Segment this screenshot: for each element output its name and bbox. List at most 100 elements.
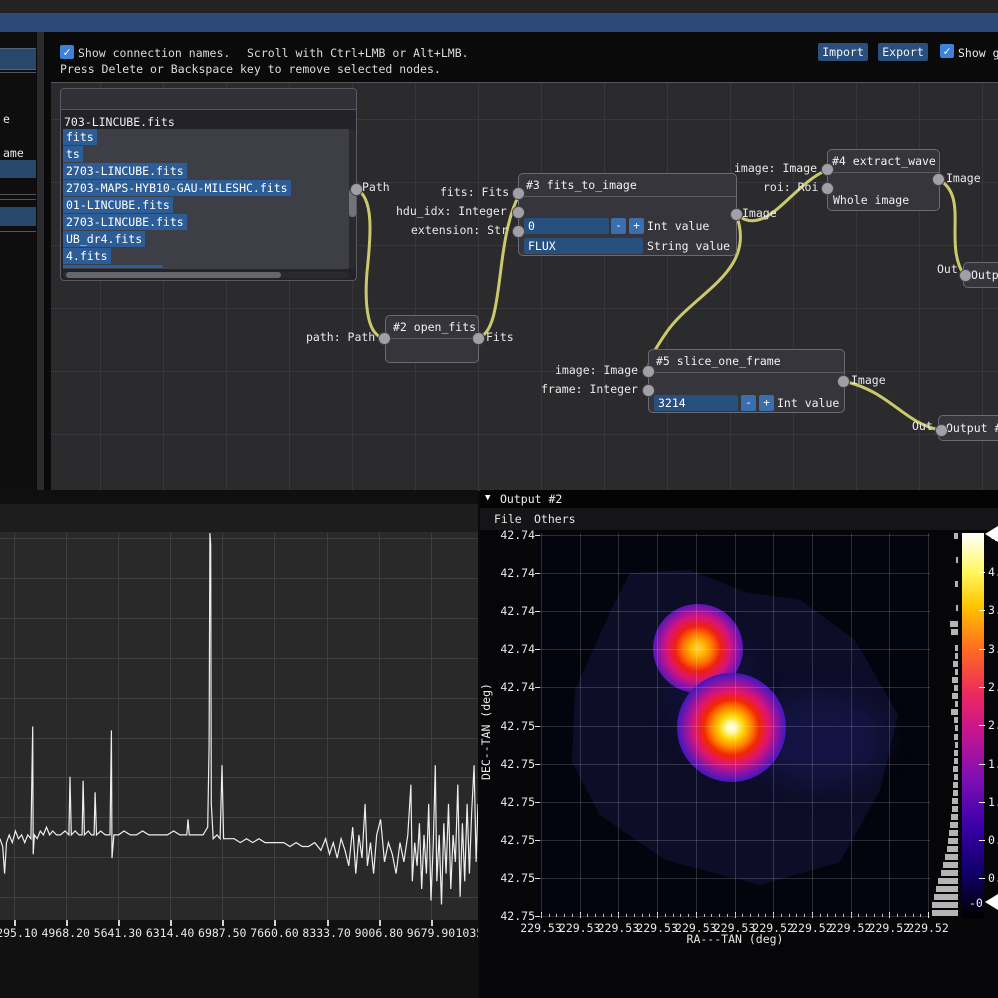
horizontal-scrollbar-thumb[interactable] [66,272,281,278]
node-title[interactable]: Output # [939,416,998,438]
output2-header[interactable]: ▼ Output #2 [480,490,998,508]
node-fits-to-image[interactable]: #3 fits_to_image 0 - + Int value FLUX St… [518,173,737,256]
show-connection-names-label: Show connection names. [78,46,230,60]
gridline [0,658,478,659]
gridline [379,533,380,920]
node-port[interactable] [730,208,743,221]
file-list-node-titlebar[interactable] [61,89,356,110]
node-port[interactable] [350,183,363,196]
axis-minor-tick [758,914,759,917]
list-item-partial[interactable] [63,265,163,268]
node-port[interactable] [642,384,655,397]
axis-minor-tick [611,914,612,917]
port-label-frame-in: frame: Integer [541,382,638,396]
axis-tick [535,726,540,727]
gridline [0,618,478,619]
node-port[interactable] [821,163,834,176]
histogram-bar [951,814,958,820]
axis-minor-tick [704,914,705,917]
node-slice-one-frame[interactable]: #5 slice_one_frame 3214 - + Int value [648,349,845,413]
sidebar-button[interactable] [0,160,36,178]
node-port[interactable] [512,187,525,200]
histogram-bar [955,581,958,587]
gridline [540,764,930,765]
decrement-button[interactable]: - [741,395,756,411]
axis-minor-tick [618,914,619,917]
export-button[interactable]: Export [878,43,928,61]
y-tick-label: 42.74 [491,604,535,618]
axis-minor-tick [812,914,813,917]
histogram-bar [950,621,958,627]
node-port[interactable] [472,332,485,345]
node-port[interactable] [512,225,525,238]
collapse-icon[interactable]: ▼ [485,493,490,503]
node-title[interactable]: #5 slice_one_frame [649,350,844,373]
sidebar-button[interactable] [0,207,36,226]
histogram-bar [938,878,958,884]
node-open-fits[interactable]: #2 open_fits [385,315,479,363]
extension-input[interactable]: FLUX [524,238,643,254]
histogram-bar [941,870,958,876]
colorbar-tick-label: 3. [988,642,998,656]
sidebar-button[interactable] [0,48,36,70]
colorbar-tick-label: 1. [988,757,998,771]
list-item[interactable]: 2703-LINCUBE.fits [63,214,187,230]
histogram-bar [955,742,958,748]
x-tick-label: 9679.90 [407,926,455,940]
axis-minor-tick [742,914,743,917]
increment-button[interactable]: + [629,218,644,234]
colorbar-min-handle[interactable] [985,894,998,910]
node-port[interactable] [378,332,391,345]
decrement-button[interactable]: - [611,218,626,234]
import-button[interactable]: Import [818,43,868,61]
window-titlebar[interactable] [0,13,998,32]
colorbar-tick-label: 4. [988,565,998,579]
node-port[interactable] [837,375,850,388]
gridline [540,878,930,879]
list-item[interactable]: UB_dr4.fits [63,231,145,247]
hdu-idx-input[interactable]: 0 [524,218,609,234]
list-item[interactable]: 2703-MAPS-HYB10-GAU-MILESHC.fits [63,180,291,196]
histogram-bar [947,846,958,852]
vertical-scrollbar-track[interactable] [349,129,356,269]
list-item[interactable]: 01-LINCUBE.fits [63,197,173,213]
file-list-node[interactable]: 703-LINCUBE.fits fitsts2703-LINCUBE.fits… [60,88,357,281]
gridline [14,533,15,920]
axis-minor-tick [835,914,836,917]
colorbar-tick [979,725,985,726]
colorbar-tick [979,802,985,803]
frame-input[interactable]: 3214 [654,395,738,411]
horizontal-scrollbar-track[interactable] [63,272,349,278]
show-grid-checkbox[interactable]: ✓ [940,44,954,58]
gridline [0,817,478,818]
node-port[interactable] [642,365,655,378]
axis-minor-tick [634,914,635,917]
panel-splitter[interactable] [37,32,44,490]
list-item[interactable]: 2703-LINCUBE.fits [63,163,187,179]
menu-file[interactable]: File [494,512,522,526]
spectrum-plot-area[interactable] [0,532,478,920]
show-connection-names-checkbox[interactable]: ✓ [60,45,74,59]
colorbar-max-handle[interactable] [985,526,998,542]
axis-minor-tick [905,914,906,917]
list-item[interactable]: fits [63,129,97,145]
current-file-label: 703-LINCUBE.fits [64,114,175,130]
x-tick-label: 8333.70 [302,926,350,940]
node-title[interactable]: #3 fits_to_image [519,174,736,197]
node-title[interactable]: #2 open_fits [386,316,478,339]
axis-minor-tick [657,914,658,917]
list-item[interactable]: ts [63,146,83,162]
node-extract-wave[interactable]: #4 extract_wave Whole image [827,149,940,211]
increment-button[interactable]: + [759,395,774,411]
node-port[interactable] [821,182,834,195]
colorbar-tick [979,840,985,841]
list-item[interactable]: 4.fits [63,248,111,264]
node-port[interactable] [935,424,948,437]
node-port[interactable] [932,173,945,186]
file-listbox[interactable]: fitsts2703-LINCUBE.fits2703-MAPS-HYB10-G… [63,129,349,269]
menu-others[interactable]: Others [534,512,576,526]
node-port[interactable] [959,269,972,282]
colorbar-tick-label: 2. [988,680,998,694]
node-title[interactable]: #4 extract_wave [828,150,939,173]
node-port[interactable] [512,206,525,219]
